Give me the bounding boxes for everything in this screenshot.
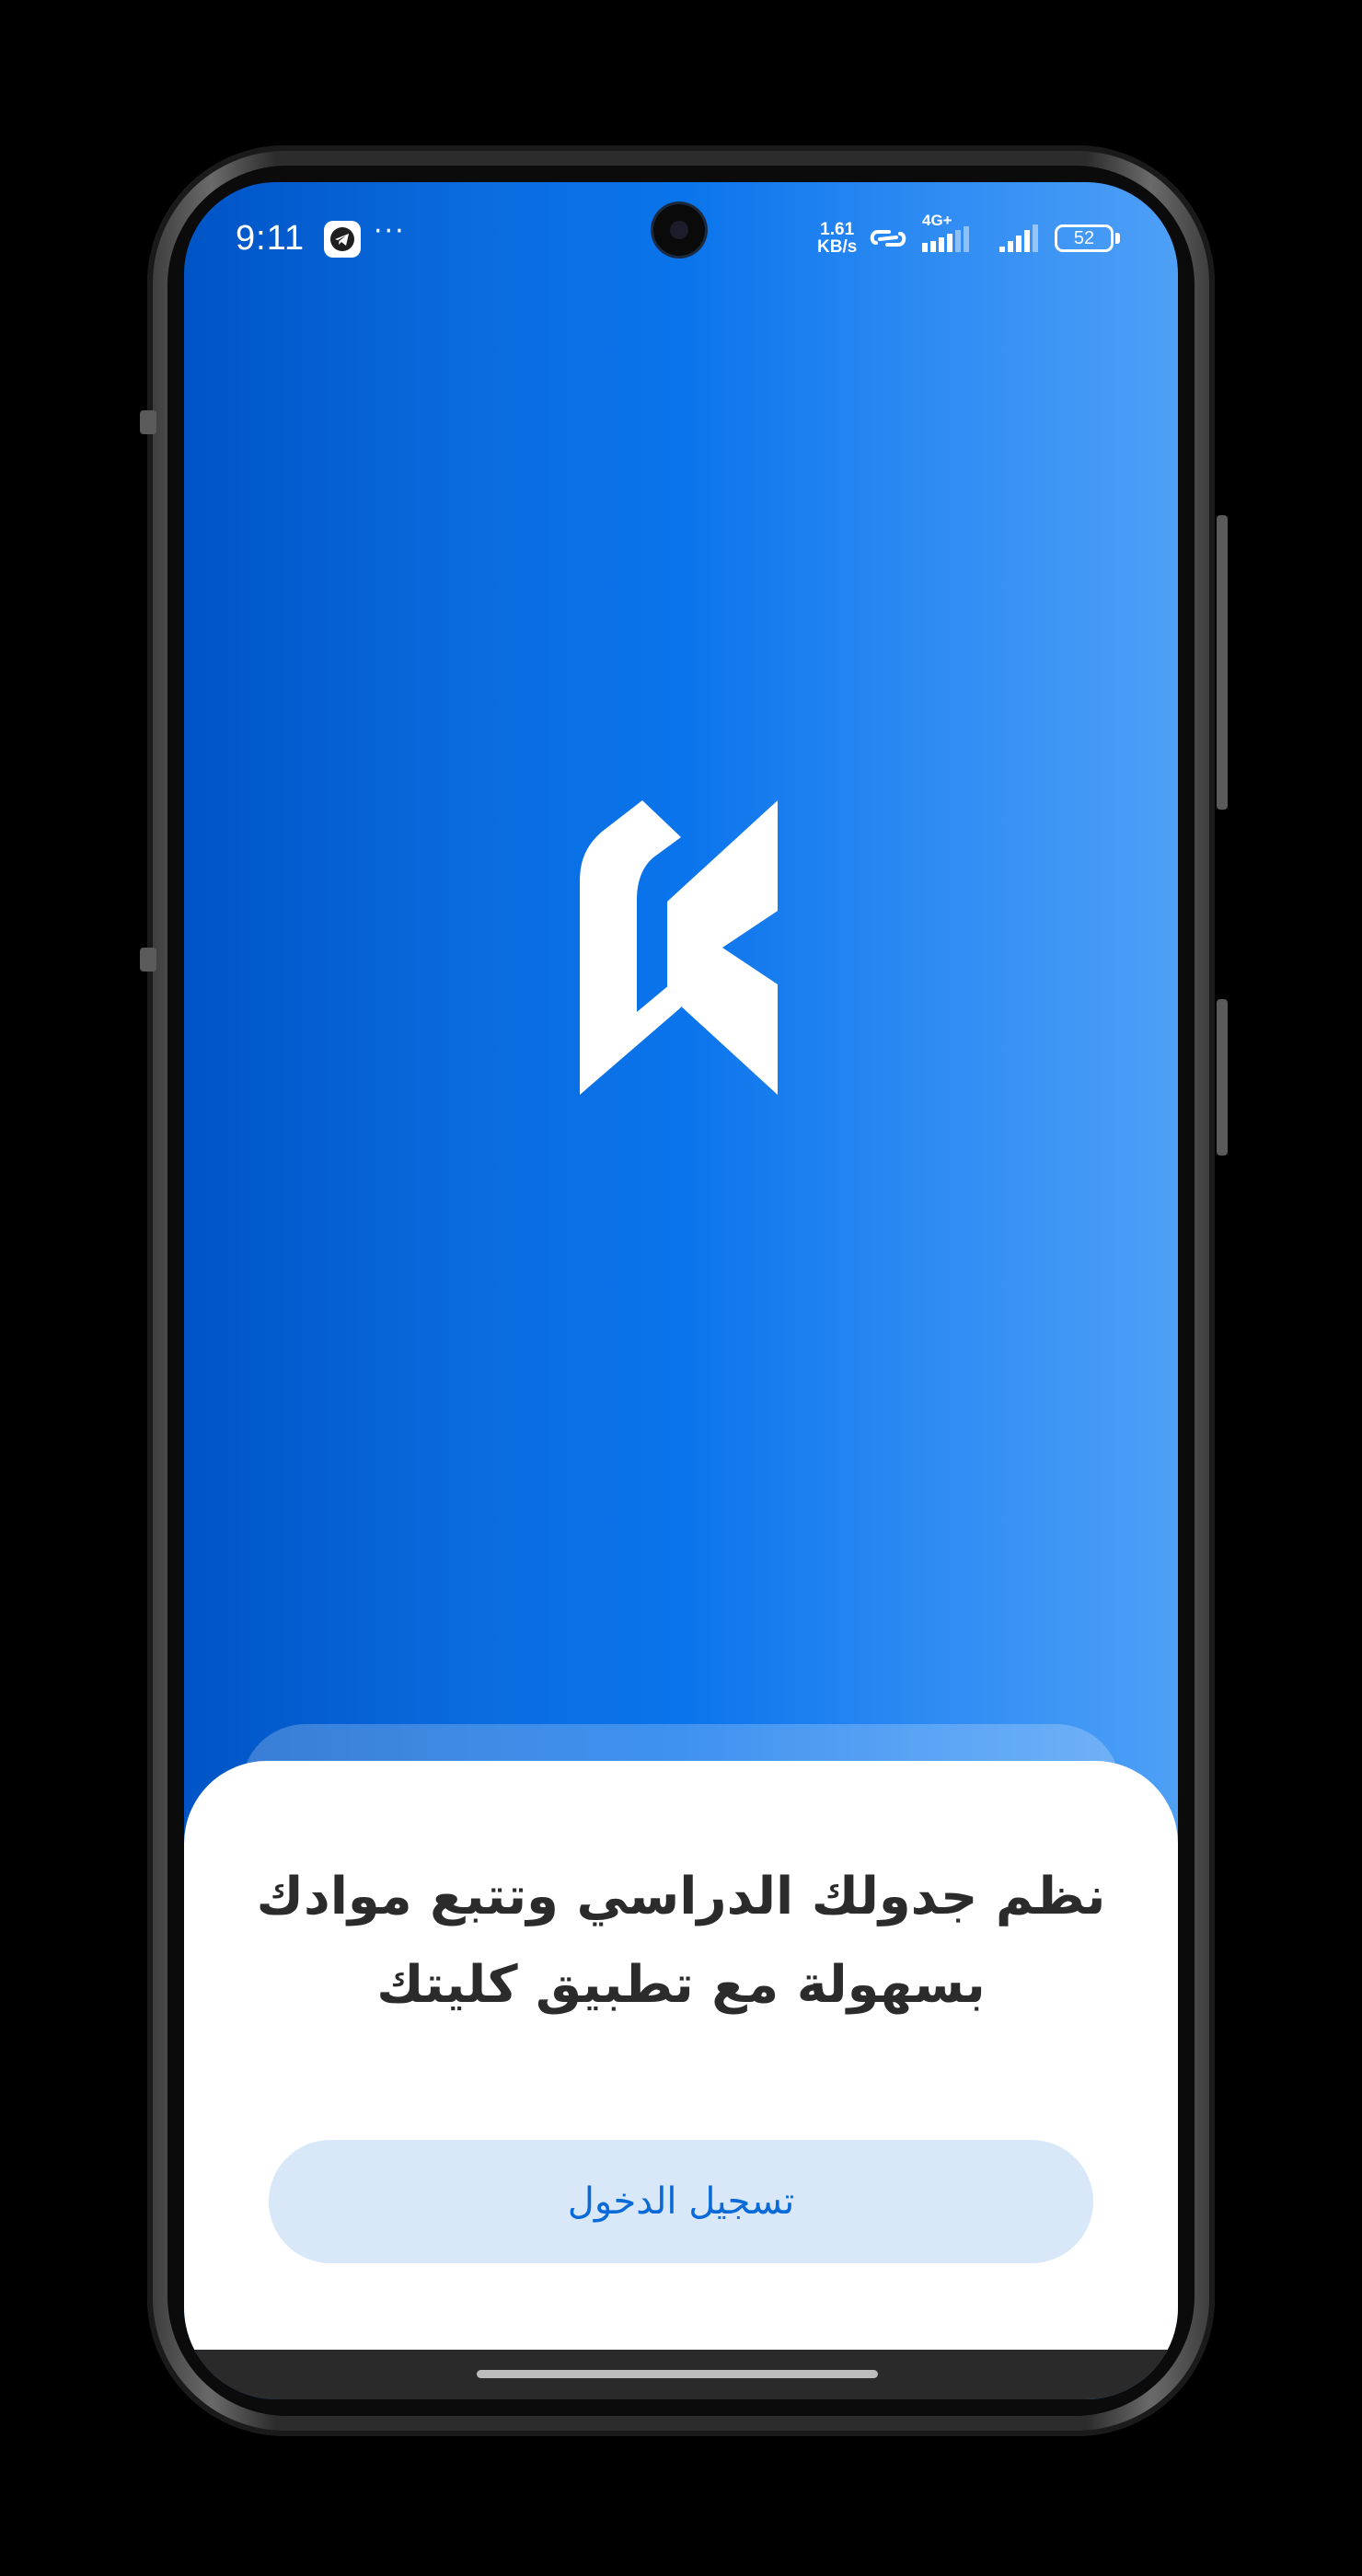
signal-strength-icon xyxy=(999,224,1038,252)
app-logo-icon xyxy=(580,800,778,1095)
left-side-button-lower xyxy=(140,948,156,972)
headline-line-1: نظم جدولك الدراسي وتتبع موادك xyxy=(256,1867,1106,1926)
battery-level: 52 xyxy=(1073,228,1095,248)
left-side-button-upper xyxy=(140,410,156,434)
bottom-sheet: نظم جدولك الدراسي وتتبع موادك بسهولة مع … xyxy=(184,1761,1178,2350)
battery-tip xyxy=(1115,233,1120,244)
hotspot-icon xyxy=(870,230,906,247)
power-button xyxy=(1217,999,1228,1156)
network-speed-value: 1.61 xyxy=(820,220,855,239)
status-time: 9:11 xyxy=(236,219,306,258)
volume-button xyxy=(1217,515,1228,810)
app-screen: 9:11 ··· 1.61 KB/s 4G+ 52 نظم جدولك الدر… xyxy=(184,182,1178,2399)
headline-line-2: بسهولة مع تطبيق كليتك xyxy=(376,1955,986,2015)
network-speed-unit: KB/s xyxy=(817,237,858,257)
home-indicator[interactable] xyxy=(477,2370,878,2378)
signal-icon xyxy=(922,226,969,252)
telegram-icon xyxy=(324,221,361,258)
navigation-bar xyxy=(184,2350,1178,2399)
status-bar: 9:11 ··· 1.61 KB/s 4G+ 52 xyxy=(184,182,1178,283)
login-button[interactable]: تسجيل الدخول xyxy=(269,2140,1093,2263)
network-speed: 1.61 KB/s xyxy=(817,221,857,256)
more-notifications-indicator: ··· xyxy=(374,215,406,247)
battery-icon: 52 xyxy=(1055,224,1114,252)
welcome-headline: نظم جدولك الدراسي وتتبع موادك بسهولة مع … xyxy=(221,1853,1141,2030)
front-camera xyxy=(653,204,705,256)
